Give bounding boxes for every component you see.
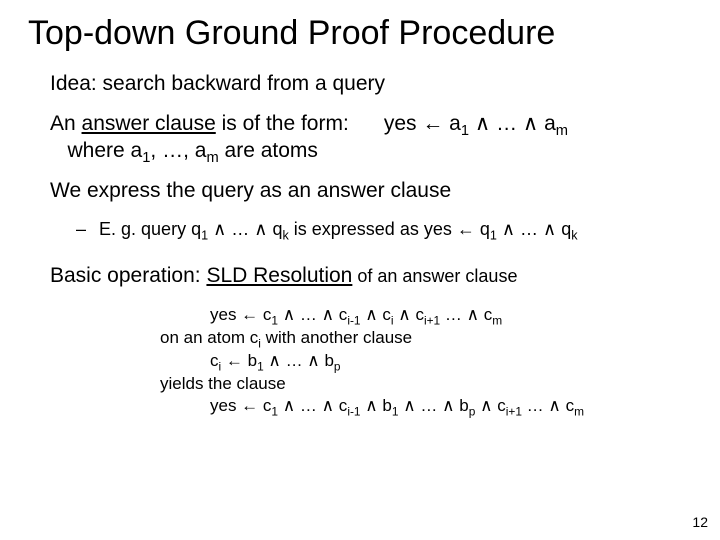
text: is of the form: [216,112,349,135]
answer-clause-def: An answer clause is of the form: yes ← a… [50,111,692,164]
text: yes ← c [210,305,271,324]
sub: m [206,150,218,166]
idea-line: Idea: search backward from a query [50,71,692,97]
text: where a [68,139,143,162]
sld-detail: yes ← c1 ∧ … ∧ ci-1 ∧ ci ∧ ci+1 … ∧ cm o… [160,304,692,419]
slide-title: Top-down Ground Proof Procedure [28,14,692,53]
sld-line-3: ci ← b1 ∧ … ∧ bp [160,350,692,373]
sub: i+1 [506,405,522,419]
text: ∧ … ∧ c [278,305,347,324]
text: yes ← c [210,396,271,415]
sld-line-1: yes ← c1 ∧ … ∧ ci-1 ∧ ci ∧ ci+1 … ∧ cm [160,304,692,327]
sub: i-1 [347,405,360,419]
example-line: – E. g. query q1 ∧ … ∧ qk is expressed a… [76,218,692,241]
text: c [210,351,219,370]
sld-line-2: on an atom ci with another clause [160,327,692,350]
sub: 1 [392,405,399,419]
sld-line-5: yes ← c1 ∧ … ∧ ci-1 ∧ b1 ∧ … ∧ bp ∧ ci+1… [160,395,692,418]
sub: k [571,229,577,243]
answer-clause-underline: answer clause [82,112,216,135]
basic-op-line: Basic operation: SLD Resolution of an an… [50,263,692,289]
text: E. g. query q [99,219,201,239]
slide: Top-down Ground Proof Procedure Idea: se… [0,0,720,540]
text: ∧ … ∧ q [208,219,282,239]
text: ∧ … ∧ b [399,396,469,415]
text: yes ← a [384,112,461,135]
text: with another clause [261,328,412,347]
text: ∧ c [361,305,391,324]
text: An [50,112,82,135]
text: ∧ … ∧ c [278,396,347,415]
sld-resolution-underline: SLD Resolution [206,264,352,287]
text: ∧ c [475,396,505,415]
text: are atoms [219,139,318,162]
slide-body: Idea: search backward from a query An an… [28,71,692,418]
sub: i+1 [424,313,440,327]
text: ∧ b [361,396,392,415]
text: ∧ … ∧ a [469,112,556,135]
sld-line-4: yields the clause [160,373,692,396]
text: is expressed as yes ← q [289,219,490,239]
text: ∧ c [394,305,424,324]
text: on an atom c [160,328,258,347]
sub: m [492,313,502,327]
sub: 1 [461,124,469,140]
express-line: We express the query as an answer clause [50,178,692,204]
bullet-dash: – [76,218,94,241]
page-number: 12 [692,514,708,530]
sub: m [574,405,584,419]
text: of an answer clause [352,266,517,286]
sub: 1 [257,359,264,373]
text: ∧ … ∧ q [497,219,571,239]
text: … ∧ c [522,396,574,415]
text: Basic operation: [50,264,206,287]
text: , …, a [150,139,206,162]
sub: m [556,124,568,140]
sub: 1 [490,229,497,243]
text: ∧ … ∧ b [264,351,334,370]
sub: p [334,359,341,373]
text: ← b [221,351,257,370]
sub: i-1 [347,313,360,327]
answer-formula: yes ← a1 ∧ … ∧ am [384,112,568,135]
text: … ∧ c [440,305,492,324]
